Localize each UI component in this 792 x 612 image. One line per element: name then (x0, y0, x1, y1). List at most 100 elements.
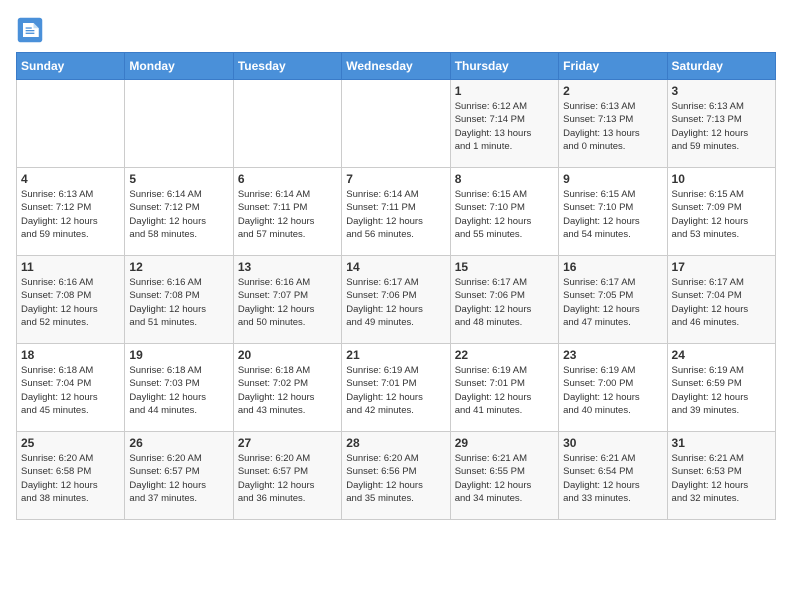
day-info: Sunrise: 6:12 AMSunset: 7:14 PMDaylight:… (455, 100, 554, 153)
day-number: 26 (129, 436, 228, 450)
logo (16, 16, 48, 44)
calendar-cell: 19 Sunrise: 6:18 AMSunset: 7:03 PMDayligh… (125, 344, 233, 432)
day-info: Sunrise: 6:19 AMSunset: 7:01 PMDaylight:… (346, 364, 445, 417)
calendar-cell: 25Sunrise: 6:20 AMSunset: 6:58 PMDayligh… (17, 432, 125, 520)
day-info: Sunrise: 6:16 AMSunset: 7:08 PMDaylight:… (129, 276, 228, 329)
calendar-cell: 5 Sunrise: 6:14 AMSunset: 7:12 PMDaylight… (125, 168, 233, 256)
day-number: 21 (346, 348, 445, 362)
day-number: 17 (672, 260, 771, 274)
day-info: Sunrise: 6:14 AMSunset: 7:12 PMDaylight:… (129, 188, 228, 241)
day-number: 5 (129, 172, 228, 186)
day-info: Sunrise: 6:16 AMSunset: 7:07 PMDaylight:… (238, 276, 337, 329)
day-number: 31 (672, 436, 771, 450)
day-info: Sunrise: 6:18 AMSunset: 7:03 PMDaylight:… (129, 364, 228, 417)
weekday-header: Tuesday (233, 53, 341, 80)
day-number: 19 (129, 348, 228, 362)
calendar-cell (342, 80, 450, 168)
day-number: 23 (563, 348, 662, 362)
calendar-cell (233, 80, 341, 168)
day-number: 20 (238, 348, 337, 362)
day-info: Sunrise: 6:14 AMSunset: 7:11 PMDaylight:… (346, 188, 445, 241)
day-number: 28 (346, 436, 445, 450)
weekday-header: Monday (125, 53, 233, 80)
calendar-cell: 21 Sunrise: 6:19 AMSunset: 7:01 PMDayligh… (342, 344, 450, 432)
day-info: Sunrise: 6:20 AMSunset: 6:57 PMDaylight:… (129, 452, 228, 505)
calendar-cell: 9 Sunrise: 6:15 AMSunset: 7:10 PMDaylight… (559, 168, 667, 256)
day-number: 13 (238, 260, 337, 274)
day-info: Sunrise: 6:13 AMSunset: 7:13 PMDaylight:… (672, 100, 771, 153)
day-info: Sunrise: 6:16 AMSunset: 7:08 PMDaylight:… (21, 276, 120, 329)
calendar-cell: 15Sunrise: 6:17 AMSunset: 7:06 PMDayligh… (450, 256, 558, 344)
day-number: 29 (455, 436, 554, 450)
calendar-cell: 13 Sunrise: 6:16 AMSunset: 7:07 PMDayligh… (233, 256, 341, 344)
calendar-cell: 31 Sunrise: 6:21 AMSunset: 6:53 PMDayligh… (667, 432, 775, 520)
calendar-cell: 30 Sunrise: 6:21 AMSunset: 6:54 PMDayligh… (559, 432, 667, 520)
day-number: 3 (672, 84, 771, 98)
calendar-body: 1 Sunrise: 6:12 AMSunset: 7:14 PMDaylight… (17, 80, 776, 520)
day-number: 2 (563, 84, 662, 98)
weekday-row: SundayMondayTuesdayWednesdayThursdayFrid… (17, 53, 776, 80)
calendar-week-row: 1 Sunrise: 6:12 AMSunset: 7:14 PMDaylight… (17, 80, 776, 168)
day-info: Sunrise: 6:19 AMSunset: 7:01 PMDaylight:… (455, 364, 554, 417)
day-number: 30 (563, 436, 662, 450)
day-number: 12 (129, 260, 228, 274)
weekday-header: Saturday (667, 53, 775, 80)
calendar-cell: 17 Sunrise: 6:17 AMSunset: 7:04 PMDayligh… (667, 256, 775, 344)
calendar-cell (17, 80, 125, 168)
day-number: 7 (346, 172, 445, 186)
calendar-week-row: 4 Sunrise: 6:13 AMSunset: 7:12 PMDaylight… (17, 168, 776, 256)
day-info: Sunrise: 6:15 AMSunset: 7:10 PMDaylight:… (563, 188, 662, 241)
calendar-week-row: 18Sunrise: 6:18 AMSunset: 7:04 PMDayligh… (17, 344, 776, 432)
day-info: Sunrise: 6:20 AMSunset: 6:56 PMDaylight:… (346, 452, 445, 505)
weekday-header: Friday (559, 53, 667, 80)
day-info: Sunrise: 6:17 AMSunset: 7:04 PMDaylight:… (672, 276, 771, 329)
calendar-header: SundayMondayTuesdayWednesdayThursdayFrid… (17, 53, 776, 80)
calendar-week-row: 11 Sunrise: 6:16 AMSunset: 7:08 PMDayligh… (17, 256, 776, 344)
day-info: Sunrise: 6:13 AMSunset: 7:12 PMDaylight:… (21, 188, 120, 241)
calendar-cell: 2Sunrise: 6:13 AMSunset: 7:13 PMDaylight… (559, 80, 667, 168)
day-info: Sunrise: 6:15 AMSunset: 7:09 PMDaylight:… (672, 188, 771, 241)
weekday-header: Wednesday (342, 53, 450, 80)
calendar-cell: 11 Sunrise: 6:16 AMSunset: 7:08 PMDayligh… (17, 256, 125, 344)
page-header (16, 16, 776, 44)
day-info: Sunrise: 6:20 AMSunset: 6:57 PMDaylight:… (238, 452, 337, 505)
day-number: 11 (21, 260, 120, 274)
calendar-week-row: 25Sunrise: 6:20 AMSunset: 6:58 PMDayligh… (17, 432, 776, 520)
day-number: 22 (455, 348, 554, 362)
day-info: Sunrise: 6:17 AMSunset: 7:05 PMDaylight:… (563, 276, 662, 329)
day-info: Sunrise: 6:17 AMSunset: 7:06 PMDaylight:… (346, 276, 445, 329)
day-number: 8 (455, 172, 554, 186)
calendar-cell: 3 Sunrise: 6:13 AMSunset: 7:13 PMDaylight… (667, 80, 775, 168)
logo-icon (16, 16, 44, 44)
calendar-cell: 10 Sunrise: 6:15 AMSunset: 7:09 PMDayligh… (667, 168, 775, 256)
day-number: 4 (21, 172, 120, 186)
day-number: 9 (563, 172, 662, 186)
weekday-header: Thursday (450, 53, 558, 80)
calendar-cell: 24 Sunrise: 6:19 AMSunset: 6:59 PMDayligh… (667, 344, 775, 432)
day-info: Sunrise: 6:15 AMSunset: 7:10 PMDaylight:… (455, 188, 554, 241)
calendar-cell: 7 Sunrise: 6:14 AMSunset: 7:11 PMDaylight… (342, 168, 450, 256)
day-number: 14 (346, 260, 445, 274)
calendar-cell: 28 Sunrise: 6:20 AMSunset: 6:56 PMDayligh… (342, 432, 450, 520)
day-number: 6 (238, 172, 337, 186)
day-info: Sunrise: 6:19 AMSunset: 6:59 PMDaylight:… (672, 364, 771, 417)
day-number: 16 (563, 260, 662, 274)
day-number: 24 (672, 348, 771, 362)
calendar-cell: 14 Sunrise: 6:17 AMSunset: 7:06 PMDayligh… (342, 256, 450, 344)
day-info: Sunrise: 6:21 AMSunset: 6:54 PMDaylight:… (563, 452, 662, 505)
day-info: Sunrise: 6:21 AMSunset: 6:53 PMDaylight:… (672, 452, 771, 505)
day-number: 25 (21, 436, 120, 450)
day-number: 10 (672, 172, 771, 186)
calendar-cell: 1 Sunrise: 6:12 AMSunset: 7:14 PMDaylight… (450, 80, 558, 168)
day-number: 27 (238, 436, 337, 450)
calendar-cell: 6Sunrise: 6:14 AMSunset: 7:11 PMDaylight… (233, 168, 341, 256)
calendar-cell: 22 Sunrise: 6:19 AMSunset: 7:01 PMDayligh… (450, 344, 558, 432)
calendar-table: SundayMondayTuesdayWednesdayThursdayFrid… (16, 52, 776, 520)
calendar-cell: 4 Sunrise: 6:13 AMSunset: 7:12 PMDaylight… (17, 168, 125, 256)
weekday-header: Sunday (17, 53, 125, 80)
day-number: 1 (455, 84, 554, 98)
calendar-cell: 23Sunrise: 6:19 AMSunset: 7:00 PMDayligh… (559, 344, 667, 432)
calendar-cell: 20Sunrise: 6:18 AMSunset: 7:02 PMDayligh… (233, 344, 341, 432)
day-info: Sunrise: 6:21 AMSunset: 6:55 PMDaylight:… (455, 452, 554, 505)
calendar-cell: 12 Sunrise: 6:16 AMSunset: 7:08 PMDayligh… (125, 256, 233, 344)
